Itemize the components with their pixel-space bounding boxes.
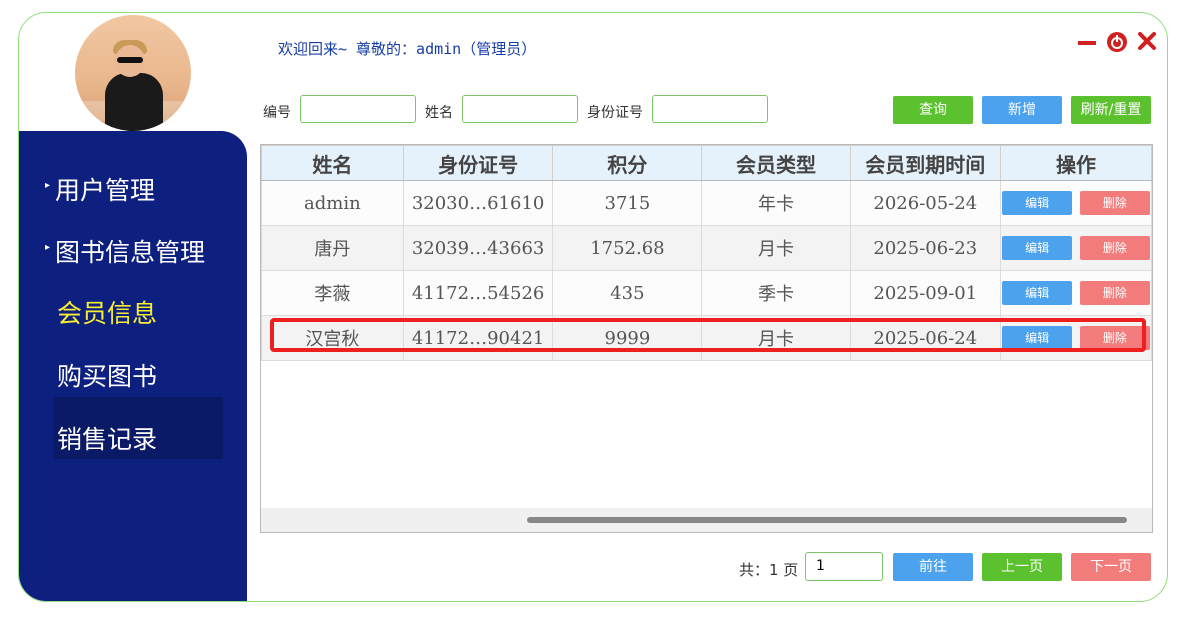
cell-points: 1752.68: [552, 225, 703, 271]
cell-actions: 编辑 删除: [999, 270, 1152, 316]
sidebar-item-buy-books[interactable]: 购买图书: [57, 357, 157, 393]
minimize-icon[interactable]: [1077, 33, 1097, 56]
sidebar: ▸ 用户管理 ▸ 图书信息管理 会员信息 购买图书 销售记录: [19, 131, 247, 601]
sidebar-item-label: 图书信息管理: [55, 238, 206, 267]
cell-expiry: 2025-06-23: [849, 225, 1001, 271]
cell-idcard: 32030…61610: [402, 180, 554, 226]
avatar[interactable]: [75, 15, 191, 131]
cell-actions: 编辑 删除: [999, 180, 1152, 226]
column-header-type: 会员类型: [701, 145, 851, 181]
sidebar-item-book-info[interactable]: ▸ 图书信息管理: [45, 233, 206, 269]
cell-expiry: 2026-05-24: [849, 180, 1001, 226]
idcard-input[interactable]: [652, 95, 768, 123]
power-icon[interactable]: [1106, 31, 1128, 56]
cell-type: 季卡: [701, 270, 851, 316]
refresh-button[interactable]: 刷新/重置: [1071, 96, 1151, 124]
cell-name: admin: [261, 180, 404, 226]
triangle-right-icon: ▸: [45, 242, 51, 253]
column-header-points: 积分: [552, 145, 703, 181]
sidebar-item-label: 用户管理: [55, 176, 156, 205]
idcard-label: 身份证号: [587, 105, 643, 121]
next-page-button[interactable]: 下一页: [1071, 553, 1151, 581]
cell-points: 3715: [552, 180, 703, 226]
welcome-text: 欢迎回来~ 尊敬的：admin（管理员）: [278, 40, 537, 58]
page-number-input[interactable]: 1: [805, 552, 883, 581]
name-input[interactable]: [462, 95, 578, 123]
sidebar-item-label: 销售记录: [57, 425, 158, 454]
cell-points: 435: [552, 270, 703, 316]
delete-button[interactable]: 删除: [1079, 236, 1150, 260]
edit-button[interactable]: 编辑: [1002, 281, 1073, 305]
name-label: 姓名: [425, 105, 453, 121]
selected-row-highlight: [270, 318, 1146, 352]
column-header-idcard: 身份证号: [402, 145, 554, 181]
triangle-right-icon: ▸: [45, 180, 51, 191]
cell-actions: 编辑 删除: [999, 225, 1152, 271]
cell-expiry: 2025-09-01: [849, 270, 1001, 316]
delete-button[interactable]: 删除: [1079, 281, 1150, 305]
id-label: 编号: [263, 105, 291, 121]
cell-name: 唐丹: [261, 225, 404, 271]
sidebar-item-label: 购买图书: [57, 362, 158, 391]
sidebar-item-member-info[interactable]: 会员信息: [57, 294, 157, 330]
scrollbar-thumb[interactable]: [527, 517, 1127, 523]
add-button[interactable]: 新增: [982, 96, 1062, 124]
edit-button[interactable]: 编辑: [1002, 191, 1073, 215]
query-button[interactable]: 查询: [893, 96, 973, 124]
id-input[interactable]: [300, 95, 416, 123]
sidebar-item-label: 会员信息: [57, 299, 158, 328]
page-total-label: 共：1 页: [739, 561, 799, 579]
horizontal-scrollbar[interactable]: [261, 508, 1152, 532]
table-row[interactable]: 唐丹 32039…43663 1752.68 月卡 2025-06-23 编辑 …: [261, 225, 1152, 271]
cell-idcard: 41172…54526: [402, 270, 554, 316]
column-header-expiry: 会员到期时间: [849, 145, 1001, 181]
goto-button[interactable]: 前往: [893, 553, 973, 581]
cell-name: 李薇: [261, 270, 404, 316]
cell-idcard: 32039…43663: [402, 225, 554, 271]
edit-button[interactable]: 编辑: [1002, 236, 1073, 260]
sidebar-item-sales-records[interactable]: 销售记录: [57, 420, 157, 456]
column-header-actions: 操作: [999, 145, 1152, 181]
column-header-name: 姓名: [261, 145, 404, 181]
close-icon[interactable]: [1137, 31, 1157, 54]
sidebar-item-user-management[interactable]: ▸ 用户管理: [45, 171, 156, 207]
table-row[interactable]: 李薇 41172…54526 435 季卡 2025-09-01 编辑 删除: [261, 270, 1152, 316]
prev-page-button[interactable]: 上一页: [982, 553, 1062, 581]
cell-type: 月卡: [701, 225, 851, 271]
delete-button[interactable]: 删除: [1079, 191, 1150, 215]
table-row[interactable]: admin 32030…61610 3715 年卡 2026-05-24 编辑 …: [261, 180, 1152, 226]
cell-type: 年卡: [701, 180, 851, 226]
